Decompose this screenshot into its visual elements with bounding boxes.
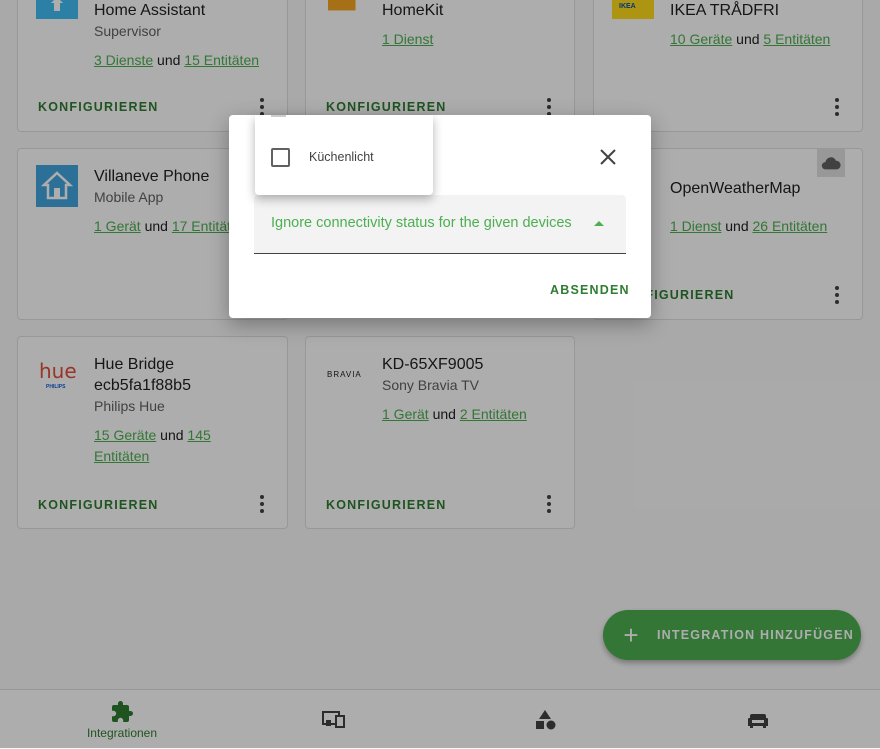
close-icon[interactable] bbox=[598, 147, 618, 167]
connectivity-select[interactable]: Ignore connectivity status for the given… bbox=[254, 195, 626, 254]
menu-scroll-edge bbox=[271, 115, 286, 117]
device-select-menu: Küchenlicht bbox=[255, 115, 433, 195]
device-checkbox[interactable] bbox=[271, 148, 290, 167]
submit-button[interactable]: ABSENDEN bbox=[550, 283, 630, 297]
connectivity-select-value: Ignore connectivity status for the given… bbox=[271, 215, 572, 231]
device-option-label[interactable]: Küchenlicht bbox=[309, 150, 374, 164]
modal-backdrop[interactable] bbox=[0, 0, 880, 748]
caret-up-icon bbox=[594, 221, 604, 226]
